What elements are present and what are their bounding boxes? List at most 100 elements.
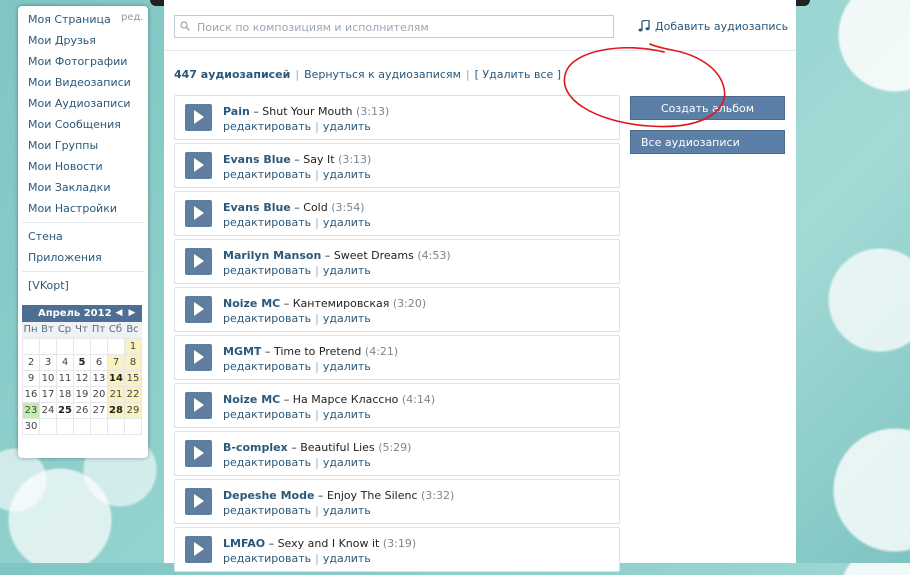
menu-item-messages[interactable]: Мои Сообщения bbox=[28, 116, 121, 134]
track-artist[interactable]: Evans Blue bbox=[223, 153, 291, 166]
search-input[interactable] bbox=[195, 18, 609, 37]
calendar-day[interactable]: 5 bbox=[74, 355, 90, 370]
calendar-day[interactable]: 15 bbox=[125, 371, 141, 386]
track-delete-link[interactable]: удалить bbox=[323, 312, 371, 325]
calendar-day[interactable]: 7 bbox=[108, 355, 124, 370]
menu-item-settings[interactable]: Мои Настройки bbox=[28, 200, 117, 218]
track-edit-link[interactable]: редактировать bbox=[223, 408, 311, 421]
calendar-day[interactable]: 26 bbox=[74, 403, 90, 418]
calendar-day[interactable]: 2 bbox=[23, 355, 39, 370]
calendar-day[interactable]: 1 bbox=[125, 339, 141, 354]
track-edit-link[interactable]: редактировать bbox=[223, 360, 311, 373]
track-edit-link[interactable]: редактировать bbox=[223, 456, 311, 469]
add-audio-link[interactable]: Добавить аудиозапись bbox=[638, 20, 788, 33]
track-delete-link[interactable]: удалить bbox=[323, 504, 371, 517]
menu-item-my-page[interactable]: Моя Страница bbox=[28, 11, 111, 29]
track-delete-link[interactable]: удалить bbox=[323, 168, 371, 181]
delete-all-link[interactable]: [ Удалить все ] bbox=[475, 68, 562, 81]
calendar-day[interactable]: 12 bbox=[74, 371, 90, 386]
menu-item-photos[interactable]: Мои Фотографии bbox=[28, 53, 127, 71]
track-artist[interactable]: Noize MC bbox=[223, 393, 280, 406]
track-delete-link[interactable]: удалить bbox=[323, 120, 371, 133]
calendar-day[interactable]: 17 bbox=[40, 387, 56, 402]
track-delete-link[interactable]: удалить bbox=[323, 552, 371, 565]
play-button[interactable] bbox=[185, 536, 212, 563]
calendar-day[interactable]: 11 bbox=[57, 371, 73, 386]
track-dash: – bbox=[261, 345, 274, 358]
track-artist[interactable]: Evans Blue bbox=[223, 201, 291, 214]
menu-item-apps[interactable]: Приложения bbox=[28, 249, 102, 267]
calendar-day[interactable]: 21 bbox=[108, 387, 124, 402]
track-artist[interactable]: B-complex bbox=[223, 441, 288, 454]
menu-item-bookmarks[interactable]: Мои Закладки bbox=[28, 179, 110, 197]
all-audio-button[interactable]: Все аудиозаписи bbox=[630, 130, 785, 154]
calendar-day[interactable]: 18 bbox=[57, 387, 73, 402]
play-button[interactable] bbox=[185, 440, 212, 467]
calendar-day[interactable]: 9 bbox=[23, 371, 39, 386]
track-edit-link[interactable]: редактировать bbox=[223, 216, 311, 229]
calendar-day[interactable]: 19 bbox=[74, 387, 90, 402]
play-button[interactable] bbox=[185, 392, 212, 419]
calendar-day[interactable]: 25 bbox=[57, 403, 73, 418]
calendar-day[interactable]: 3 bbox=[40, 355, 56, 370]
calendar-day[interactable]: 29 bbox=[125, 403, 141, 418]
track-actions: редактировать | удалить bbox=[223, 264, 371, 277]
calendar-empty-cell bbox=[40, 419, 56, 434]
track-delete-link[interactable]: удалить bbox=[323, 360, 371, 373]
track-delete-link[interactable]: удалить bbox=[323, 216, 371, 229]
calendar-day[interactable]: 22 bbox=[125, 387, 141, 402]
play-button[interactable] bbox=[185, 296, 212, 323]
menu-item-audio[interactable]: Мои Аудиозаписи bbox=[28, 95, 131, 113]
track-delete-link[interactable]: удалить bbox=[323, 408, 371, 421]
track-artist[interactable]: MGMT bbox=[223, 345, 261, 358]
calendar-day[interactable]: 14 bbox=[108, 371, 124, 386]
calendar-prev-icon[interactable]: ◀ bbox=[114, 305, 124, 322]
calendar-day[interactable]: 20 bbox=[91, 387, 107, 402]
calendar-empty-cell bbox=[74, 339, 90, 354]
calendar-day[interactable]: 16 bbox=[23, 387, 39, 402]
track-edit-link[interactable]: редактировать bbox=[223, 264, 311, 277]
create-album-button[interactable]: Создать альбом bbox=[630, 96, 785, 120]
track-delete-link[interactable]: удалить bbox=[323, 456, 371, 469]
calendar-day[interactable]: 8 bbox=[125, 355, 141, 370]
track-artist[interactable]: Depeshe Mode bbox=[223, 489, 314, 502]
menu-item-wall[interactable]: Стена bbox=[28, 228, 63, 246]
calendar-next-icon[interactable]: ▶ bbox=[127, 305, 137, 322]
calendar-day[interactable]: 30 bbox=[23, 419, 39, 434]
track-action-separator: | bbox=[315, 168, 319, 181]
play-button[interactable] bbox=[185, 152, 212, 179]
calendar-day[interactable]: 28 bbox=[108, 403, 124, 418]
track-artist[interactable]: Marilyn Manson bbox=[223, 249, 321, 262]
menu-item-groups[interactable]: Мои Группы bbox=[28, 137, 98, 155]
track-edit-link[interactable]: редактировать bbox=[223, 504, 311, 517]
calendar-day[interactable]: 24 bbox=[40, 403, 56, 418]
play-button[interactable] bbox=[185, 104, 212, 131]
track-edit-link[interactable]: редактировать bbox=[223, 168, 311, 181]
play-button[interactable] bbox=[185, 200, 212, 227]
menu-item-videos[interactable]: Мои Видеозаписи bbox=[28, 74, 131, 92]
track-edit-link[interactable]: редактировать bbox=[223, 552, 311, 565]
calendar-day[interactable]: 23 bbox=[23, 403, 39, 418]
play-button[interactable] bbox=[185, 248, 212, 275]
calendar-day[interactable]: 6 bbox=[91, 355, 107, 370]
calendar-day[interactable]: 4 bbox=[57, 355, 73, 370]
track-artist[interactable]: Noize MC bbox=[223, 297, 280, 310]
menu-item-vkopt[interactable]: [VKopt] bbox=[28, 277, 69, 295]
track-edit-link[interactable]: редактировать bbox=[223, 120, 311, 133]
calendar-day[interactable]: 10 bbox=[40, 371, 56, 386]
calendar-day[interactable]: 13 bbox=[91, 371, 107, 386]
menu-item-news[interactable]: Мои Новости bbox=[28, 158, 103, 176]
search-box[interactable] bbox=[174, 15, 614, 38]
track-duration: (3:54) bbox=[331, 201, 365, 214]
calendar-empty-cell bbox=[57, 339, 73, 354]
track-artist[interactable]: Pain bbox=[223, 105, 250, 118]
track-edit-link[interactable]: редактировать bbox=[223, 312, 311, 325]
menu-edit-link[interactable]: ред. bbox=[121, 12, 144, 23]
calendar-day[interactable]: 27 bbox=[91, 403, 107, 418]
track-artist[interactable]: LMFAO bbox=[223, 537, 265, 550]
track-delete-link[interactable]: удалить bbox=[323, 264, 371, 277]
menu-item-friends[interactable]: Мои Друзья bbox=[28, 32, 96, 50]
play-button[interactable] bbox=[185, 344, 212, 371]
play-button[interactable] bbox=[185, 488, 212, 515]
back-to-audio-link[interactable]: Вернуться к аудиозаписям bbox=[304, 68, 461, 81]
